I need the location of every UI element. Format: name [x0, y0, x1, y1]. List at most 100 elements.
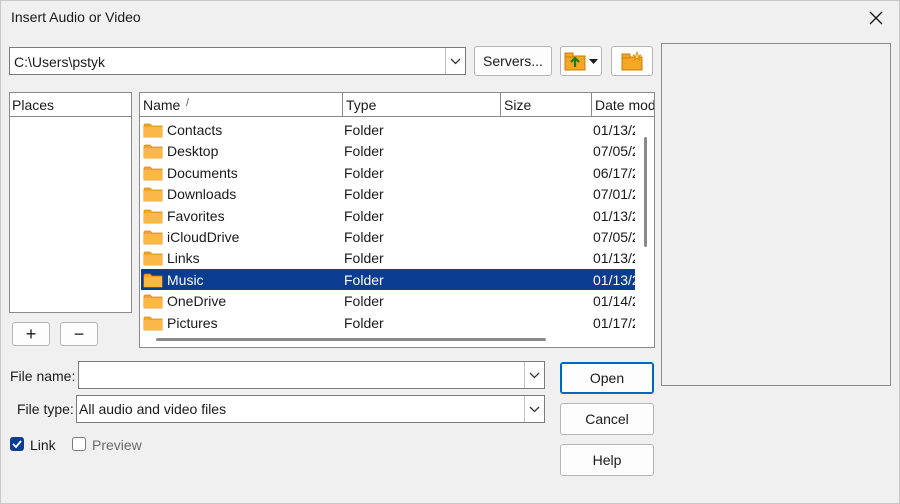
file-list-row[interactable]: Downloads Folder 07/01/2 — [141, 183, 635, 204]
places-panel[interactable]: Places — [9, 92, 132, 313]
file-type-cell: Folder — [344, 250, 384, 267]
file-date-cell: 01/13/2 — [593, 250, 635, 267]
file-list-row[interactable]: Pictures Folder 01/17/2 — [141, 312, 635, 333]
folder-icon — [143, 186, 163, 205]
file-list-row[interactable]: Links Folder 01/13/2 — [141, 247, 635, 268]
sort-indicator: / — [186, 97, 190, 109]
up-folder-icon — [564, 52, 586, 71]
help-label: Help — [592, 452, 622, 468]
file-type-cell: Folder — [344, 314, 384, 331]
remove-place-button[interactable]: − — [60, 322, 98, 346]
file-type-cell: Folder — [344, 293, 384, 310]
preview-checkbox[interactable] — [72, 437, 86, 451]
add-place-label: + — [25, 323, 37, 344]
column-type-label: Type — [346, 97, 377, 113]
file-type-cell: Folder — [344, 271, 384, 288]
path-combobox[interactable]: C:\Users\pstyk — [9, 47, 466, 75]
column-date-label: Date modi — [595, 97, 655, 113]
file-list-row[interactable]: OneDrive Folder 01/14/2 — [141, 290, 635, 311]
file-list-row[interactable]: Music Folder 01/13/2 — [141, 268, 635, 291]
file-list-row[interactable]: Favorites Folder 01/13/2 — [141, 205, 635, 226]
file-date-cell: 01/13/2 — [593, 271, 635, 288]
folder-icon — [143, 250, 163, 269]
file-type-cell: Folder — [344, 164, 384, 181]
folder-icon — [143, 122, 163, 141]
places-header: Places — [10, 93, 131, 117]
folder-icon — [143, 293, 163, 312]
folder-icon — [143, 208, 163, 227]
close-icon — [869, 11, 883, 25]
column-header-name[interactable]: Name / — [140, 93, 343, 117]
file-date-cell: 01/17/2 — [593, 314, 635, 331]
file-date-cell: 01/14/2 — [593, 293, 635, 310]
link-checkbox[interactable] — [10, 437, 24, 451]
path-dropdown-arrow[interactable] — [445, 48, 465, 74]
new-folder-icon — [621, 51, 643, 71]
help-button[interactable]: Help — [560, 444, 654, 476]
file-type-cell: Folder — [344, 207, 384, 224]
file-list-row[interactable]: Desktop Folder 07/05/2 — [141, 140, 635, 161]
column-header-type[interactable]: Type — [343, 93, 501, 117]
open-label: Open — [589, 370, 625, 386]
file-name-label: File name: — [10, 368, 76, 384]
file-type-cell: Folder — [344, 186, 384, 203]
file-list-row[interactable]: Documents Folder 06/17/2 — [141, 162, 635, 183]
horizontal-scroll-thumb[interactable] — [156, 338, 546, 341]
chevron-down-icon — [529, 406, 540, 412]
file-type-cell: Folder — [344, 122, 384, 138]
folder-icon — [143, 143, 163, 162]
file-type-dropdown-arrow[interactable] — [524, 396, 544, 422]
file-type-value: All audio and video files — [79, 401, 227, 417]
file-name-cell: Documents — [167, 164, 238, 181]
file-type-select[interactable]: All audio and video files — [76, 395, 545, 423]
file-list-panel[interactable]: Name / Type Size Date modi Contacts Folde… — [139, 92, 655, 348]
add-place-button[interactable]: + — [12, 322, 50, 346]
file-date-cell: 07/05/2 — [593, 143, 635, 160]
vertical-scroll-thumb[interactable] — [644, 137, 647, 247]
path-value: C:\Users\pstyk — [14, 54, 106, 70]
file-date-cell: 07/01/2 — [593, 186, 635, 203]
file-type-cell: Folder — [344, 143, 384, 160]
file-date-cell: 01/13/2 — [593, 122, 635, 138]
link-label[interactable]: Link — [30, 437, 56, 453]
column-header-size[interactable]: Size — [501, 93, 592, 117]
title-bar: Insert Audio or Video — [1, 1, 899, 35]
file-name-cell: Downloads — [167, 186, 237, 203]
new-folder-button[interactable] — [611, 46, 653, 76]
horizontal-scrollbar[interactable] — [140, 331, 638, 347]
file-date-cell: 01/13/2 — [593, 207, 635, 224]
preview-label[interactable]: Preview — [92, 437, 142, 453]
open-button[interactable]: Open — [560, 362, 654, 394]
dialog-title: Insert Audio or Video — [11, 9, 141, 25]
chevron-down-icon — [529, 372, 540, 378]
file-name-cell: Contacts — [167, 122, 223, 138]
file-name-cell: iCloudDrive — [167, 229, 240, 245]
file-name-dropdown-arrow[interactable] — [524, 362, 544, 388]
file-list-row[interactable]: Contacts Folder 01/13/2 — [141, 119, 635, 140]
folder-icon — [143, 272, 163, 291]
cancel-label: Cancel — [585, 411, 629, 427]
file-name-cell: Pictures — [167, 314, 218, 331]
up-folder-button[interactable] — [560, 46, 602, 76]
file-name-cell: Links — [167, 250, 200, 267]
vertical-scrollbar[interactable] — [638, 117, 654, 347]
column-header-date[interactable]: Date modi — [592, 93, 655, 117]
file-date-cell: 06/17/2 — [593, 164, 635, 181]
file-name-combobox[interactable] — [78, 361, 545, 389]
file-type-cell: Folder — [344, 229, 384, 245]
column-name-label: Name — [143, 97, 181, 113]
servers-label: Servers... — [483, 53, 543, 69]
column-size-label: Size — [504, 97, 532, 113]
folder-icon — [143, 165, 163, 184]
file-name-cell: Favorites — [167, 207, 225, 224]
cancel-button[interactable]: Cancel — [560, 403, 654, 435]
remove-place-label: − — [73, 323, 85, 344]
file-list-row[interactable]: iCloudDrive Folder 07/05/2 — [141, 226, 635, 247]
file-name-cell: OneDrive — [167, 293, 227, 310]
close-button[interactable] — [853, 1, 899, 35]
chevron-down-icon — [450, 58, 461, 64]
preview-area — [661, 43, 891, 386]
checkmark-icon — [12, 440, 22, 449]
folder-icon — [143, 229, 163, 248]
servers-button[interactable]: Servers... — [474, 46, 552, 76]
